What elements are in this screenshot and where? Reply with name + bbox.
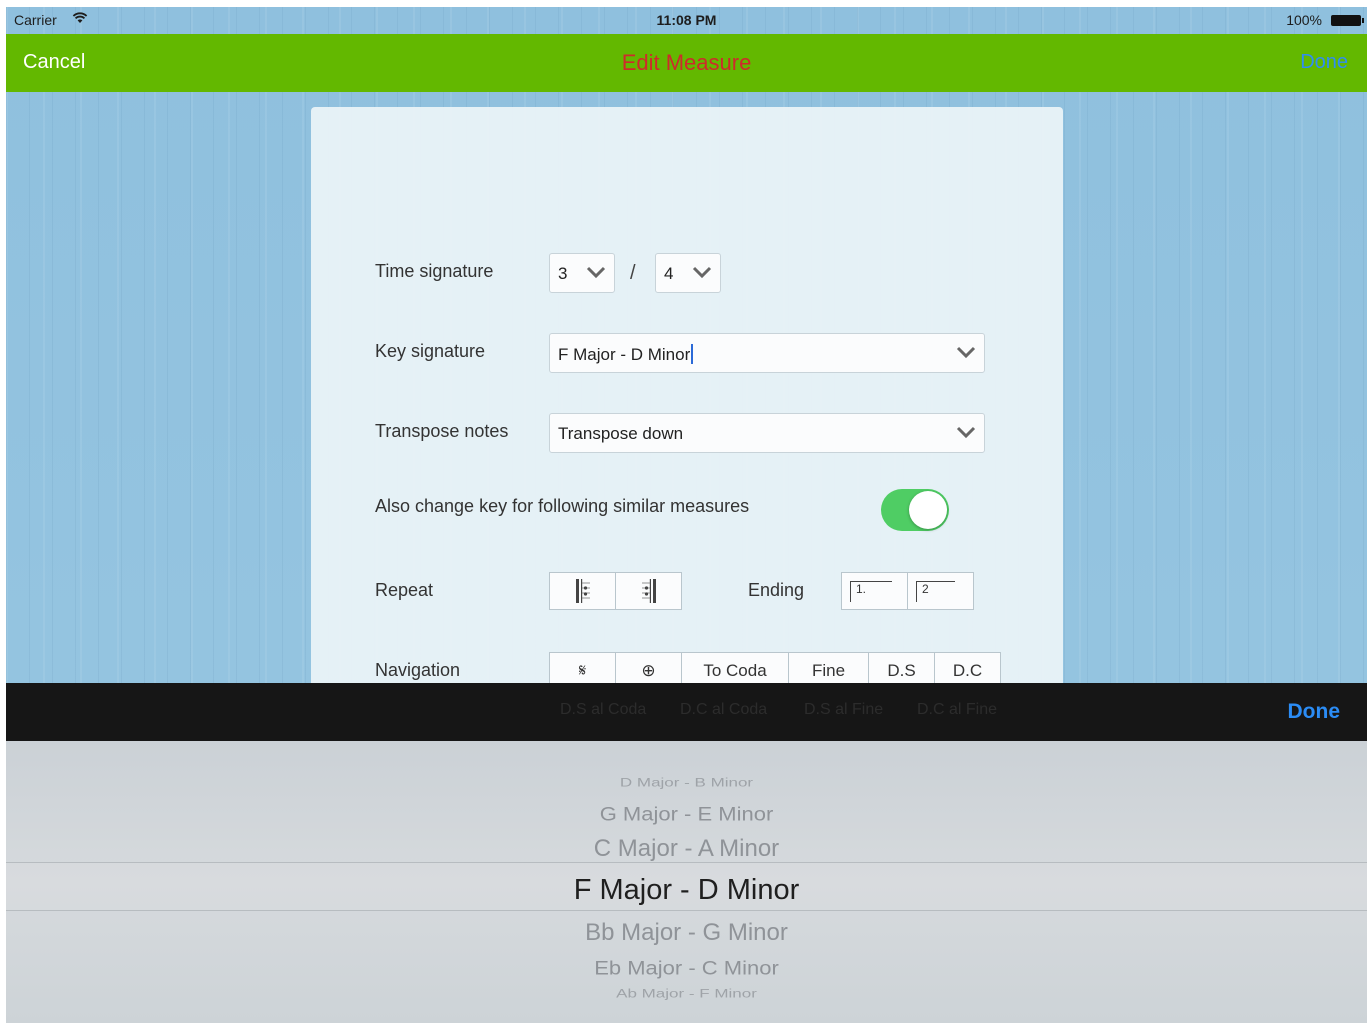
to-coda-label: To Coda <box>703 661 767 680</box>
repeat-end-icon <box>641 579 656 603</box>
dc-label: D.C <box>952 661 983 680</box>
ending-1-button[interactable]: 1. <box>841 572 908 610</box>
clock: 11:08 PM <box>656 12 717 28</box>
transpose-value: Transpose down <box>558 424 684 443</box>
key-signature-value: F Major - D Minor <box>558 345 691 364</box>
repeat-segmented-control <box>549 572 682 610</box>
chevron-down-icon <box>956 346 976 359</box>
ending-1-label: 1. <box>850 580 893 602</box>
toggle-knob <box>909 491 947 529</box>
picker-option[interactable]: Bb Major - G Minor <box>6 919 1367 947</box>
battery-percentage: 100% <box>1286 12 1322 28</box>
repeat-end-button[interactable] <box>615 572 682 610</box>
time-signature-label: Time signature <box>375 261 494 281</box>
repeat-start-icon <box>575 579 590 603</box>
ending-2-button[interactable]: 2 <box>907 572 974 610</box>
repeat-label: Repeat <box>375 580 434 600</box>
ds-al-fine-button: D.S al Fine <box>804 701 884 718</box>
coda-icon: ⊕ <box>641 661 656 680</box>
status-bar: Carrier 11:08 PM 100% <box>6 7 1367 34</box>
fine-label: Fine <box>811 661 846 680</box>
picker-option[interactable]: Eb Major - C Minor <box>6 956 1367 979</box>
input-accessory-toolbar: D.S al Coda D.C al Coda D.S al Fine D.C … <box>6 683 1367 741</box>
dc-al-fine-button: D.C al Fine <box>917 701 998 718</box>
key-signature-select[interactable]: F Major - D Minor <box>549 333 985 373</box>
ds-al-coda-button: D.S al Coda <box>560 701 647 718</box>
key-signature-label: Key signature <box>375 341 486 361</box>
time-signature-numerator-select[interactable]: 3 <box>549 253 615 293</box>
chevron-down-icon <box>692 266 712 279</box>
ending-label: Ending <box>748 580 805 600</box>
picker-option[interactable]: C Major - A Minor <box>6 835 1367 863</box>
picker-option[interactable]: G Major - E Minor <box>6 802 1367 825</box>
key-signature-picker[interactable]: D Major - B Minor G Major - E Minor C Ma… <box>6 741 1367 1023</box>
repeat-start-button[interactable] <box>549 572 616 610</box>
chevron-down-icon <box>586 266 606 279</box>
chevron-down-icon <box>956 426 976 439</box>
text-cursor <box>691 344 694 364</box>
ending-2-label: 2 <box>916 580 955 602</box>
picker-option-selected[interactable]: F Major - D Minor <box>6 874 1367 907</box>
segno-icon: 𝄋 <box>578 661 587 680</box>
also-change-key-toggle[interactable] <box>881 489 949 531</box>
picker-option[interactable]: Ab Major - F Minor <box>6 987 1367 1001</box>
numerator-value: 3 <box>558 264 568 283</box>
transpose-notes-select[interactable]: Transpose down <box>549 413 985 453</box>
page-title: Edit Measure <box>621 50 752 75</box>
done-button[interactable]: Done <box>1300 51 1348 74</box>
ds-label: D.S <box>887 661 916 680</box>
denominator-value: 4 <box>664 264 674 283</box>
picker-done-button[interactable]: Done <box>1288 700 1341 724</box>
time-signature-denominator-select[interactable]: 4 <box>655 253 721 293</box>
transpose-notes-label: Transpose notes <box>375 421 509 441</box>
dc-al-coda-button: D.C al Coda <box>680 701 768 718</box>
battery-icon <box>1331 15 1364 26</box>
app-screen: Carrier 11:08 PM 100% Cancel Edit Measur… <box>6 7 1367 1023</box>
navigation-label: Navigation <box>375 660 461 680</box>
also-change-key-label: Also change key for following similar me… <box>375 496 750 516</box>
ending-segmented-control: 1. 2 <box>841 572 974 610</box>
navigation-bar: Cancel Edit Measure Done <box>6 34 1367 92</box>
time-signature-separator: / <box>630 262 636 284</box>
picker-option[interactable]: D Major - B Minor <box>6 776 1367 790</box>
